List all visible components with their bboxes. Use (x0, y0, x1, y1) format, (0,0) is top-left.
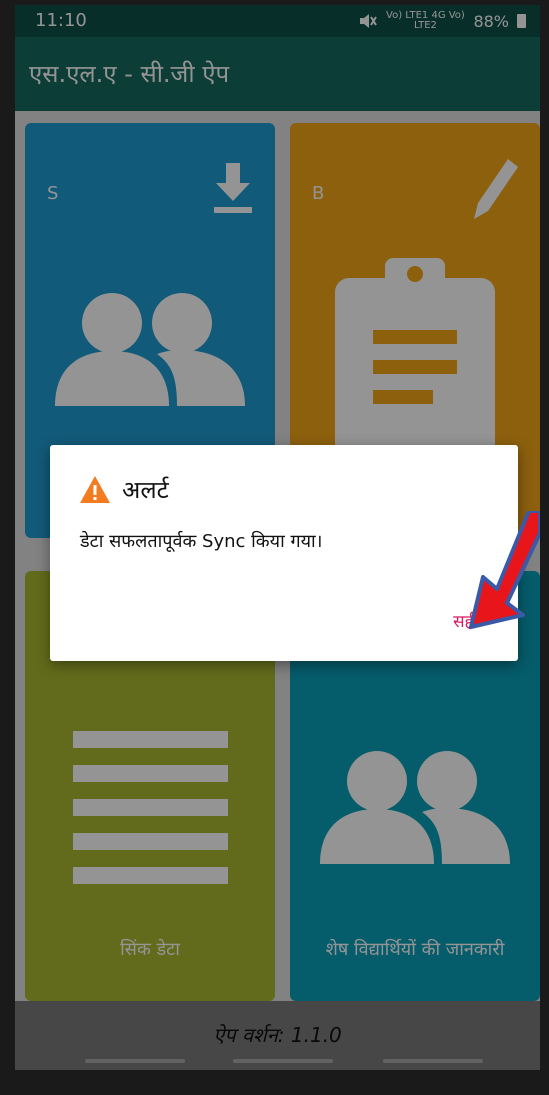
alert-dialog: अलर्ट डेटा सफलतापूर्वक Sync किया गया। सह… (50, 445, 518, 661)
screenshot-frame: 11:10 Vo) LTE1 4G Vo) LTE2 88% एस.एल.ए -… (0, 0, 549, 1095)
annotation-arrow (469, 511, 540, 629)
dialog-title: अलर्ट (122, 476, 169, 504)
dialog-message: डेटा सफलतापूर्वक Sync किया गया। (80, 531, 323, 552)
warning-icon (80, 476, 110, 503)
phone-screen: 11:10 Vo) LTE1 4G Vo) LTE2 88% एस.एल.ए -… (15, 5, 540, 1070)
dialog-title-row: अलर्ट (80, 473, 169, 506)
